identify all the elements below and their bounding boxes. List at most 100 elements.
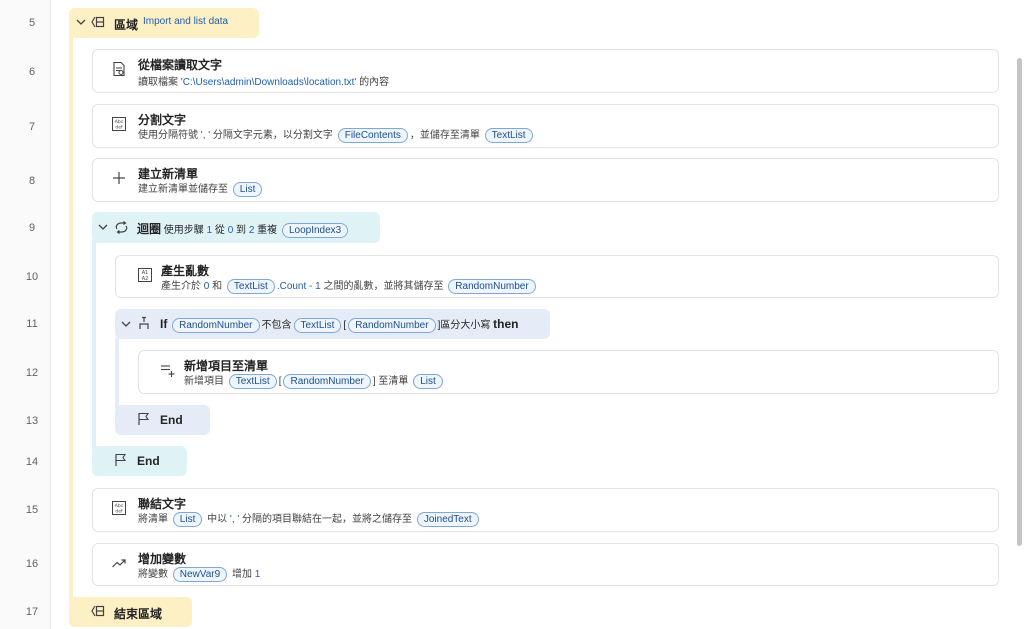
step-add-item-to-list[interactable]: 新增項目至清單 新增項目 TextList[RandomNumber] 至清單 … [138,350,999,394]
abc-def-icon: Abc def [111,116,127,132]
line-number: 15 [25,504,39,516]
desc-text: [ [343,320,347,331]
variable-pill[interactable]: TextList [226,278,275,294]
step-increase-variable[interactable]: 增加變數 將變數 NewVar9 增加 1 [92,543,999,586]
line-number: 7 [28,121,36,133]
variable-pill[interactable]: RandomNumber [448,278,536,294]
step-description: 新增項目 TextList[RandomNumber] 至清單 List [184,372,445,389]
line-number: 10 [25,271,39,283]
desc-text: 分隔文字元素，以分割文字 [210,130,336,141]
desc-text: 新增項目 [184,376,227,387]
step-read-file[interactable]: 從檔案讀取文字 讀取檔案 'C:\Users\admin\Downloads\l… [92,49,999,93]
desc-text: ] 至清單 [372,376,412,387]
if-header[interactable]: If RandomNumber 不包含 TextList[RandomNumber]… [115,309,550,339]
loop-end[interactable]: End [92,446,187,476]
region-end-title: 結束區域 [114,607,163,621]
random-number-icon: A1 A2 [137,267,153,283]
loop-title: 迴圈 [137,222,162,236]
step-description: 使用分隔符號 ', ' 分隔文字元素，以分割文字 FileContents ，並儲… [138,126,535,143]
desc-text: 增加 [229,569,255,580]
variable-pill[interactable]: RandomNumber [172,317,260,333]
variable-pill[interactable]: RandomNumber [348,317,436,333]
if-guide-line [115,338,119,408]
end-label: End [160,413,183,427]
desc-text: 之間的亂數，並將其儲存至 [320,281,447,292]
step-split-text[interactable]: Abc def 分割文字 使用分隔符號 ', ' 分隔文字元素，以分割文字 Fil… [92,104,999,148]
chevron-down-icon[interactable] [120,318,132,330]
chevron-down-icon[interactable] [75,16,87,28]
desc-text: 的內容 [356,77,390,88]
trending-up-icon [111,555,127,571]
variable-pill[interactable]: List [172,511,203,527]
region-icon [91,15,105,29]
desc-text: 中以 [204,514,230,525]
desc-text: 使用分隔符號 [138,130,201,141]
svg-text:def: def [115,125,123,131]
desc-text: 不包含 [261,320,292,331]
step-description: 將清單 List 中以 ', ' 分隔的項目聯結在一起，並將之儲存至 Joine… [138,510,481,527]
desc-text: 從 [212,225,228,236]
add-list-item-icon [160,362,176,378]
loop-header[interactable]: 迴圈 使用步驟 1 從 0 到 2 重複 LoopIndex3 [92,212,380,243]
desc-text: 建立新清單並儲存至 [138,184,231,195]
desc-text: 將清單 [138,514,171,525]
variable-pill[interactable]: List [413,373,443,389]
variable-pill[interactable]: TextList [228,373,277,389]
line-number: 14 [25,456,39,468]
step-description: 建立新清單並儲存至 List [138,180,264,197]
file-path-value: 'C:\Users\admin\Downloads\location.txt' [180,77,357,88]
line-number: 17 [25,606,39,618]
desc-text: 重複 [254,225,280,236]
region-end[interactable]: 結束區域 [69,597,192,627]
if-keyword: If [160,317,168,331]
svg-text:def: def [115,509,123,515]
variable-pill[interactable]: RandomNumber [283,373,371,389]
svg-text:A2: A2 [142,276,149,282]
separator-value: ', ' [229,514,240,525]
region-title: 區域 [114,18,139,32]
line-number: 8 [28,175,36,187]
step-join-text[interactable]: Abc def 聯結文字 將清單 List 中以 ', ' 分隔的項目聯結在一起，… [92,488,999,532]
region-header[interactable]: 區域 Import and list data [69,8,259,38]
abc-def-icon: Abc def [111,500,127,516]
line-number: 6 [28,66,36,78]
variable-pill[interactable]: JoinedText [416,511,479,527]
if-end[interactable]: End [115,405,210,435]
loop-guide-line [92,240,96,450]
chevron-down-icon[interactable] [97,221,109,233]
loop-icon [114,220,129,235]
line-number: 11 [26,318,38,330]
variable-pill[interactable]: List [232,181,263,197]
line-number: 16 [25,558,39,570]
line-number-gutter [0,0,51,629]
step-title: 從檔案讀取文字 [138,58,223,72]
file-text-icon [111,61,127,77]
variable-pill[interactable]: LoopIndex3 [281,222,349,238]
step-random-number[interactable]: A1 A2 產生亂數 產生介於 0 和 TextList .Count - 1 之間… [115,255,999,298]
then-keyword: then [493,317,519,331]
line-number: 5 [28,17,36,29]
increment-value: 1 [254,569,261,580]
region-name: Import and list data [143,16,229,27]
desc-text: 和 [209,281,225,292]
desc-text: 讀取檔案 [138,77,181,88]
region-guide-line [69,34,73,600]
vertical-scrollbar[interactable] [1017,58,1022,546]
desc-text: [ [278,376,282,387]
region-icon [91,604,105,618]
variable-pill[interactable]: FileContents [337,127,408,143]
svg-text:Abc: Abc [115,119,124,125]
step-description: 產生介於 0 和 TextList .Count - 1 之間的亂數，並將其儲存至… [161,277,538,294]
desc-text: 區分大小寫 [440,320,494,331]
desc-text: 分隔的項目聯結在一起，並將之儲存至 [239,514,415,525]
desc-text: 將變數 [138,569,171,580]
desc-text: 使用步驟 [163,225,207,236]
desc-text: .Count - [276,281,316,292]
loop-description: 迴圈 使用步驟 1 從 0 到 2 重複 LoopIndex3 [137,220,350,238]
variable-pill[interactable]: TextList [293,317,342,333]
step-new-list[interactable]: 建立新清單 建立新清單並儲存至 List [92,158,999,202]
variable-pill[interactable]: NewVar9 [172,566,228,582]
branch-icon [137,316,151,331]
step-description: 讀取檔案 'C:\Users\admin\Downloads\location.… [138,73,389,88]
variable-pill[interactable]: TextList [484,127,533,143]
